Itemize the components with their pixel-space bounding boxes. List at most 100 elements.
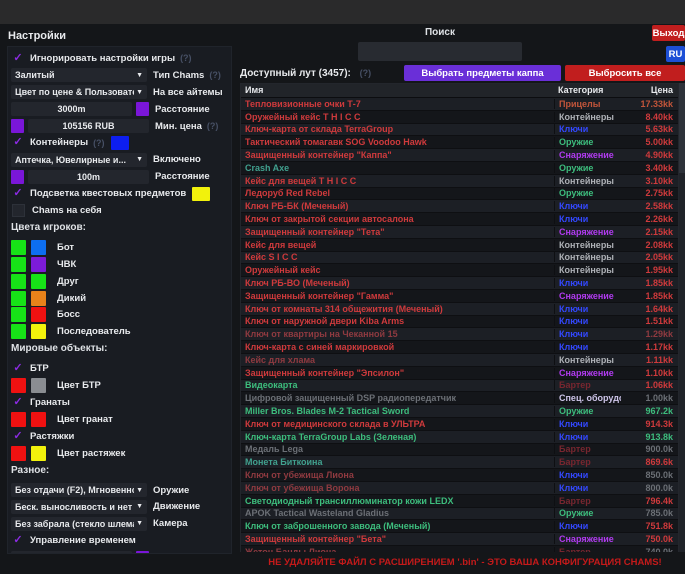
- table-row[interactable]: Кейс S I C CКонтейнеры2.05kk: [241, 252, 678, 265]
- settings-row: Без забрала (стекло шлема)▼Камера: [8, 515, 231, 532]
- color-swatch-primary[interactable]: [11, 324, 26, 339]
- color-swatch-primary[interactable]: [11, 257, 26, 272]
- checkbox-checked-icon[interactable]: ✓: [11, 430, 25, 443]
- search-input[interactable]: [358, 42, 522, 61]
- color-swatch-primary[interactable]: [11, 291, 26, 306]
- loot-item-category: Спец. оборудование: [554, 393, 621, 403]
- color-swatch-secondary[interactable]: [31, 446, 46, 461]
- table-row[interactable]: Ключ-карта от склада TerraGroupКлючи5.63…: [241, 124, 678, 137]
- table-row[interactable]: Тепловизионные очки Т-7Прицелы17.33kk: [241, 98, 678, 111]
- color-swatch-secondary[interactable]: [31, 378, 46, 393]
- color-swatch-primary[interactable]: [11, 274, 26, 289]
- table-scrollbar-thumb[interactable]: [679, 83, 685, 173]
- table-row[interactable]: Ключ от комнаты 314 общежития (Меченый)К…: [241, 303, 678, 316]
- help-icon[interactable]: (?): [360, 68, 372, 78]
- table-row[interactable]: Жетон Банды ЛионаБартер740.0k: [241, 546, 678, 552]
- table-row[interactable]: APOK Tactical Wasteland GladiusОружие785…: [241, 508, 678, 521]
- color-swatch-secondary[interactable]: [31, 274, 46, 289]
- color-swatch-primary[interactable]: [11, 378, 26, 393]
- loot-item-category: Ключи: [554, 214, 621, 224]
- color-swatch[interactable]: [192, 187, 210, 201]
- table-row[interactable]: Цифровой защищенный DSP радиопередатчикС…: [241, 392, 678, 405]
- table-row[interactable]: Ключ от заброшенного завода (Меченый)Клю…: [241, 520, 678, 533]
- checkbox-unchecked-icon[interactable]: [12, 204, 25, 217]
- dropdown-select[interactable]: Без забрала (стекло шлема)▼: [11, 517, 147, 531]
- table-row[interactable]: Оружейный кейсКонтейнеры1.95kk: [241, 264, 678, 277]
- checkbox-checked-icon[interactable]: ✓: [11, 52, 25, 65]
- value-input[interactable]: 3000m: [11, 102, 132, 116]
- column-header-category[interactable]: Категория: [554, 84, 621, 97]
- table-row[interactable]: Ключ РБ-БК (Меченый)Ключи2.58kk: [241, 200, 678, 213]
- table-row[interactable]: ВидеокартаБартер1.06kk: [241, 380, 678, 393]
- loot-item-name: Кейс для хлама: [241, 355, 554, 365]
- color-swatch-secondary[interactable]: [31, 240, 46, 255]
- table-row[interactable]: Miller Bros. Blades M-2 Tactical SwordОр…: [241, 405, 678, 418]
- table-row[interactable]: Оружейный кейс T H I C CКонтейнеры8.40kk: [241, 111, 678, 124]
- color-swatch-secondary[interactable]: [31, 257, 46, 272]
- checkbox-checked-icon[interactable]: ✓: [11, 362, 25, 375]
- value-input[interactable]: 21h: [11, 551, 132, 554]
- dropdown-label: Оружие: [153, 485, 189, 496]
- table-row[interactable]: Ключ-карта TerraGroup Labs (Зеленая)Ключ…: [241, 431, 678, 444]
- column-header-name[interactable]: Имя: [241, 84, 554, 97]
- table-row[interactable]: Монета БиткоинаБартер869.6k: [241, 456, 678, 469]
- language-button[interactable]: RU: [666, 46, 685, 62]
- value-input[interactable]: 100m: [28, 170, 149, 184]
- column-header-price[interactable]: Цена: [621, 84, 676, 97]
- table-row[interactable]: Защищенный контейнер "Гамма"Снаряжение1.…: [241, 290, 678, 303]
- checkbox-checked-icon[interactable]: ✓: [11, 534, 25, 547]
- table-row[interactable]: Защищенный контейнер "Бета"Снаряжение750…: [241, 533, 678, 546]
- color-swatch[interactable]: [136, 102, 149, 116]
- color-swatch-primary[interactable]: [11, 307, 26, 322]
- table-row[interactable]: Ключ-карта с синей маркировкойКлючи1.17k…: [241, 341, 678, 354]
- color-swatch[interactable]: [11, 119, 24, 133]
- value-input[interactable]: 105156 RUB: [28, 119, 149, 133]
- table-row[interactable]: Ключ от квартиры на Чеканной 15Ключи1.29…: [241, 328, 678, 341]
- table-row[interactable]: Ключ от медицинского склада в УЛЬТРАКлюч…: [241, 418, 678, 431]
- table-row[interactable]: Защищенный контейнер "Каппа"Снаряжение4.…: [241, 149, 678, 162]
- color-swatch[interactable]: [111, 136, 129, 150]
- checkbox-checked-icon[interactable]: ✓: [11, 136, 25, 149]
- table-row[interactable]: Кейс для вещей T H I C CКонтейнеры3.10kk: [241, 175, 678, 188]
- checkbox-label: Растяжки: [30, 431, 74, 442]
- table-row[interactable]: Медаль LegaБартер900.0k: [241, 444, 678, 457]
- dropdown-select[interactable]: Залитый▼: [11, 68, 147, 82]
- table-row[interactable]: Ключ от закрытой секции автосалонаКлючи2…: [241, 213, 678, 226]
- color-swatch-secondary[interactable]: [31, 307, 46, 322]
- help-icon[interactable]: (?): [209, 70, 221, 80]
- color-swatch[interactable]: [11, 170, 24, 184]
- dropdown-select[interactable]: Без отдачи (F2), Мгновенное п▼: [11, 483, 147, 497]
- help-icon[interactable]: (?): [207, 121, 219, 131]
- dropdown-select[interactable]: Беск. выносливость и нет уста▼: [11, 500, 147, 514]
- color-swatch-secondary[interactable]: [31, 291, 46, 306]
- color-swatch-secondary[interactable]: [31, 412, 46, 427]
- table-row[interactable]: Crash AxeОружие3.40kk: [241, 162, 678, 175]
- dropdown-select[interactable]: Аптечка, Ювелирные и...▼: [11, 153, 147, 167]
- exit-button[interactable]: Выход: [652, 25, 685, 41]
- table-row[interactable]: Кейс для хламаКонтейнеры1.11kk: [241, 354, 678, 367]
- table-row[interactable]: Ключ от убежища ВоронаКлючи800.0k: [241, 482, 678, 495]
- table-row[interactable]: Ключ от убежища ЛионаКлючи850.0k: [241, 469, 678, 482]
- checkbox-label: Гранаты: [30, 397, 70, 408]
- color-swatch-primary[interactable]: [11, 446, 26, 461]
- table-row[interactable]: Тактический томагавк SOG Voodoo HawkОруж…: [241, 136, 678, 149]
- table-row[interactable]: Защищенный контейнер "Эпсилон"Снаряжение…: [241, 367, 678, 380]
- color-swatch-primary[interactable]: [11, 240, 26, 255]
- discard-all-button[interactable]: Выбросить все: [565, 65, 685, 81]
- table-row[interactable]: Кейс для вещейКонтейнеры2.08kk: [241, 239, 678, 252]
- loot-item-name: Ключ от убежища Ворона: [241, 483, 554, 493]
- table-row[interactable]: Светодиодный трансиллюминатор кожи LEDXБ…: [241, 495, 678, 508]
- table-row[interactable]: Ключ от наружной двери Kiba ArmsКлючи1.5…: [241, 316, 678, 329]
- table-row[interactable]: Ледоруб Red RebelОружие2.75kk: [241, 188, 678, 201]
- color-swatch-secondary[interactable]: [31, 324, 46, 339]
- dropdown-select[interactable]: Цвет по цене & Пользователь▼: [11, 85, 147, 99]
- color-swatch-primary[interactable]: [11, 412, 26, 427]
- help-icon[interactable]: (?): [180, 53, 192, 63]
- color-swatch[interactable]: [136, 551, 149, 554]
- table-row[interactable]: Ключ РБ-ВО (Меченый)Ключи1.85kk: [241, 277, 678, 290]
- table-row[interactable]: Защищенный контейнер "Тета"Снаряжение2.1…: [241, 226, 678, 239]
- select-kappa-items-button[interactable]: Выбрать предметы каппа: [404, 65, 561, 81]
- checkbox-checked-icon[interactable]: ✓: [11, 396, 25, 409]
- help-icon[interactable]: (?): [93, 138, 105, 148]
- checkbox-checked-icon[interactable]: ✓: [11, 187, 25, 200]
